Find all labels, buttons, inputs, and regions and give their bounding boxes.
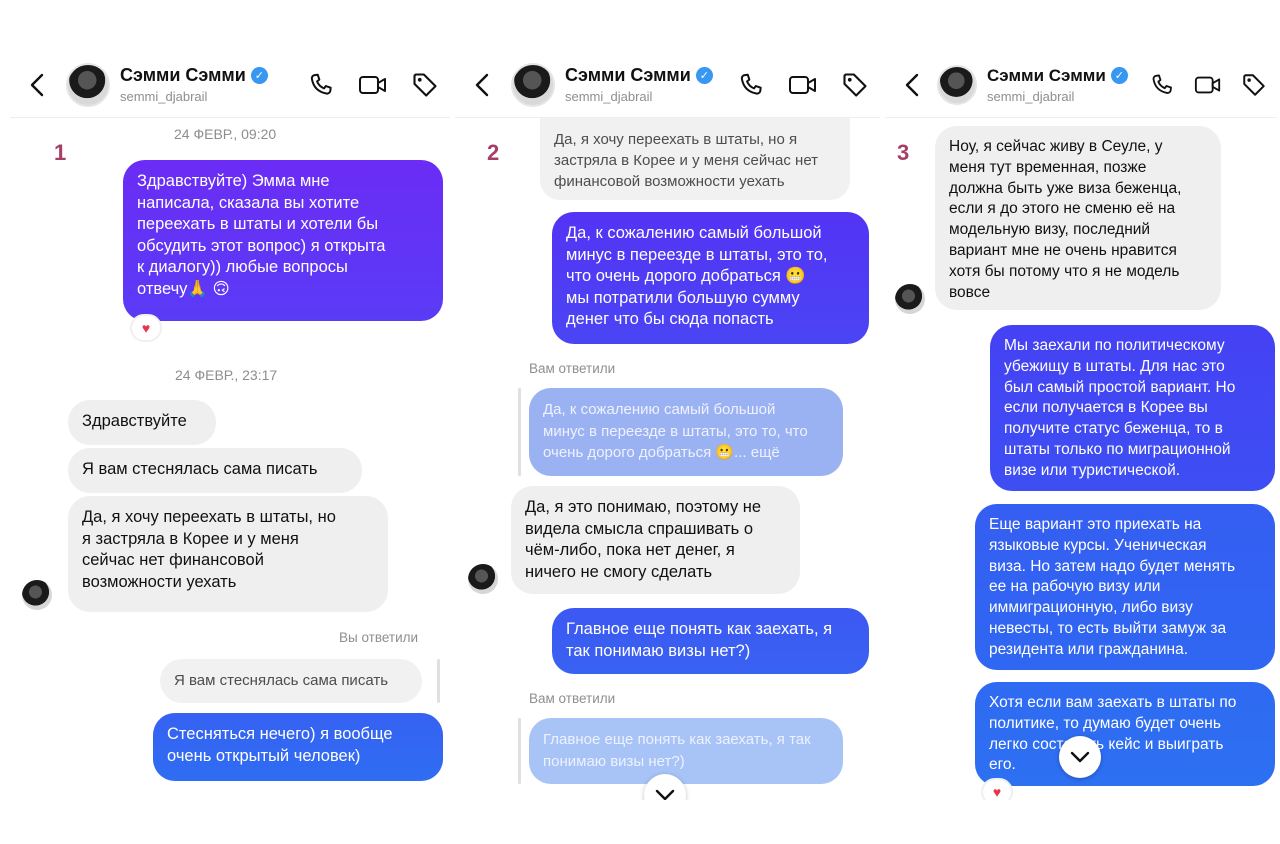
contact-handle: semmi_djabrail [565,89,653,104]
chat-panel-2: Сэмми Сэмми ✓ semmi_djabrail 2 Да, я хочу… [455,52,880,800]
message-outgoing[interactable]: Здравствуйте) Эмма мне написала, сказала… [123,160,443,321]
chat-panel-1: Сэмми Сэмми ✓ semmi_djabrail 1 24 ФЕВР., … [10,52,450,800]
panel-number: 1 [54,140,67,165]
message-incoming[interactable]: Да, я хочу переехать в штаты, но я застр… [68,496,388,612]
message-outgoing[interactable]: Да, к сожалению самый большой минус в пе… [552,212,869,344]
message-incoming[interactable]: Я вам стеснялась сама писать [68,448,362,493]
contact-name: Сэмми Сэмми [565,65,691,85]
tag-icon[interactable] [410,70,440,100]
message-outgoing[interactable]: Еще вариант это приехать на языковые кур… [975,504,1275,670]
contact-info[interactable]: Сэмми Сэмми ✓ semmi_djabrail [565,65,713,104]
message-incoming[interactable]: Ноу, я сейчас живу в Сеуле, у меня тут в… [935,126,1221,310]
message-incoming[interactable]: Здравствуйте [68,400,216,445]
quoted-message[interactable]: Я вам стеснялась сама писать [160,659,422,703]
contact-handle: semmi_djabrail [120,89,208,104]
verified-badge-icon: ✓ [250,67,268,84]
contact-info[interactable]: Сэмми Сэмми ✓ semmi_djabrail [987,66,1128,104]
quoted-message[interactable]: Главное еще понять как заехать, я так по… [529,718,843,784]
message-incoming[interactable]: Да, я это понимаю, поэтому не видела смы… [511,486,800,594]
avatar [22,580,52,610]
reply-label: Вам ответили [529,691,616,706]
verified-badge-icon: ✓ [695,67,713,84]
timestamp: 24 ФЕВР., 23:17 [175,367,278,383]
panel-number: 3 [897,140,910,165]
video-icon[interactable] [358,70,388,100]
timestamp: 24 ФЕВР., 09:20 [174,126,277,142]
video-icon[interactable] [788,70,818,100]
tag-icon[interactable] [840,70,870,100]
avatar[interactable] [937,64,977,105]
video-icon[interactable] [1193,70,1223,100]
heart-icon[interactable]: ♥ [130,314,162,342]
back-arrow-icon[interactable] [901,71,923,99]
panel-number: 2 [487,140,500,165]
avatar [895,284,925,314]
quote-bar [518,388,521,476]
contact-handle: semmi_djabrail [987,88,1075,104]
quote-bar [518,718,521,784]
quoted-message[interactable]: Да, я хочу переехать в штаты, но я застр… [540,118,850,200]
message-outgoing[interactable]: Главное еще понять как заехать, я так по… [552,608,869,674]
phone-icon[interactable] [306,70,336,100]
quoted-message[interactable]: Да, к сожалению самый большой минус в пе… [529,388,843,476]
message-outgoing[interactable]: Хотя если вам заехать в штаты по политик… [975,682,1275,786]
quote-bar [437,659,440,703]
tag-icon[interactable] [1239,70,1269,100]
contact-info[interactable]: Сэмми Сэмми ✓ semmi_djabrail [120,65,268,104]
reply-label: Вам ответили [529,361,616,376]
avatar [468,564,498,594]
phone-icon[interactable] [1147,70,1177,100]
chat-header: Сэмми Сэмми ✓ semmi_djabrail [885,52,1277,118]
chevron-down-icon[interactable] [1059,736,1101,778]
avatar[interactable] [66,62,110,107]
chat-header: Сэмми Сэмми ✓ semmi_djabrail [455,52,880,118]
avatar[interactable] [511,62,555,107]
back-arrow-icon[interactable] [471,71,493,99]
verified-badge-icon: ✓ [1110,67,1128,84]
phone-icon[interactable] [736,70,766,100]
heart-icon[interactable]: ♥ [981,778,1013,800]
chat-header: Сэмми Сэмми ✓ semmi_djabrail [10,52,450,118]
message-outgoing[interactable]: Мы заехали по политическому убежищу в шт… [990,325,1275,491]
message-outgoing[interactable]: Стесняться нечего) я вообще очень открыт… [153,713,443,781]
contact-name: Сэмми Сэмми [987,65,1106,85]
reply-label: Вы ответили [339,630,419,645]
chat-panel-3: Сэмми Сэмми ✓ semmi_djabrail 3 Ноу, я сей… [885,52,1277,800]
back-arrow-icon[interactable] [26,71,48,99]
contact-name: Сэмми Сэмми [120,65,246,85]
